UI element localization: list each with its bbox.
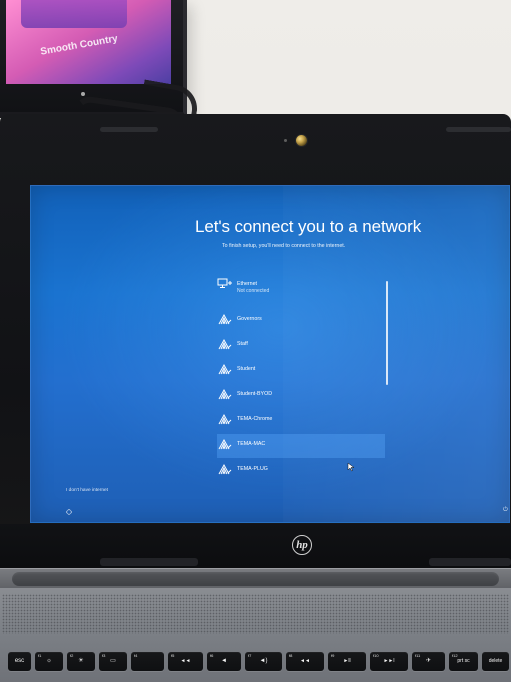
hp-logo: hp — [292, 535, 312, 555]
network-list: Ethernet Not connected Governors Staff S… — [217, 274, 385, 488]
network-name: Governors — [237, 316, 262, 322]
network-name: Student — [237, 366, 256, 372]
key-f8[interactable]: f8 ◄◄ — [286, 652, 324, 671]
top-bezel-accent-right — [446, 127, 511, 132]
key-f12[interactable]: f12 prt sc — [449, 652, 478, 671]
laptop-hinge-rail — [12, 572, 499, 586]
key-label: ☀ — [78, 658, 84, 664]
wifi-icon — [217, 388, 233, 402]
background-monitor-power-dot — [81, 92, 85, 96]
wifi-icon — [217, 338, 233, 352]
wifi-icon — [217, 463, 233, 477]
wifi-icon — [217, 413, 233, 427]
network-name: TEMA-PLUG — [237, 466, 268, 472]
key-esc[interactable]: esc — [8, 652, 31, 671]
laptop-screen: Let's connect you to a network To finish… — [30, 185, 510, 523]
key-label: ◄◄ — [180, 658, 191, 664]
key-label: ◄) — [259, 658, 268, 664]
network-item-tema-mac[interactable]: TEMA-MAC — [217, 434, 385, 458]
background-monitor-screen: Smooth Country — [6, 0, 171, 84]
key-f1[interactable]: f1 ☼ — [35, 652, 63, 671]
no-internet-link[interactable]: I don't have internet — [66, 488, 108, 494]
key-f11[interactable]: f11 ✈ — [412, 652, 445, 671]
key-f6[interactable]: f6 ◄ — [207, 652, 241, 671]
network-name: TEMA-MAC — [237, 441, 266, 447]
network-item-ethernet[interactable]: Ethernet Not connected — [217, 274, 385, 298]
network-name: Student-BYOD — [237, 391, 273, 397]
key-label: esc — [14, 658, 25, 664]
background-monitor-brand-text: Smooth Country — [39, 33, 119, 58]
keyboard: esc f1 ☼ f2 ☀ f3 ▭ f4 f5 ◄◄ f6 ◄ f7 ◄) f… — [0, 647, 511, 682]
power-icon[interactable]: ⏻ — [503, 507, 508, 513]
key-delete[interactable]: delete — [482, 652, 509, 671]
bottom-bezel-accent-left — [100, 558, 198, 566]
network-name: Ethernet — [237, 281, 258, 287]
ethernet-icon — [217, 278, 233, 292]
network-name: TEMA-Chrome — [237, 416, 273, 422]
laptop: Let's connect you to a network To finish… — [0, 114, 511, 682]
network-item-student[interactable]: Student — [217, 359, 385, 383]
key-f9[interactable]: f9 ►ll — [328, 652, 366, 671]
network-item-staff[interactable]: Staff — [217, 334, 385, 358]
page-subtitle: To finish setup, you'll need to connect … — [222, 243, 346, 249]
background-monitor-card — [21, 0, 127, 28]
wifi-icon — [217, 313, 233, 327]
page-title: Let's connect you to a network — [195, 217, 422, 236]
key-label: ▭ — [110, 658, 116, 664]
speaker-grille — [2, 594, 509, 634]
wifi-icon — [217, 363, 233, 377]
key-label: ✈ — [425, 658, 432, 664]
key-label: ☼ — [46, 658, 52, 664]
key-f2[interactable]: f2 ☀ — [67, 652, 95, 671]
key-fn-label: f4 — [134, 653, 138, 658]
webcam — [296, 135, 307, 146]
network-item-tema-plug[interactable]: TEMA-PLUG — [217, 459, 385, 483]
key-label: ◄ — [221, 658, 227, 664]
photo-scene: Smooth Country Let's connect you to a ne… — [0, 0, 511, 682]
key-f4[interactable]: f4 — [131, 652, 164, 671]
network-status: Not connected — [237, 288, 270, 294]
webcam-indicator — [284, 139, 287, 142]
network-item-student-byod[interactable]: Student-BYOD — [217, 384, 385, 408]
key-f7[interactable]: f7 ◄) — [245, 652, 282, 671]
key-f3[interactable]: f3 ▭ — [99, 652, 127, 671]
key-label: prt sc — [457, 658, 470, 664]
key-label: ►ll — [343, 658, 351, 664]
top-bezel-accent-left — [100, 127, 158, 132]
mouse-pointer-icon — [347, 462, 355, 472]
key-f10[interactable]: f10 ►►l — [370, 652, 408, 671]
accessibility-icon[interactable] — [65, 508, 73, 516]
key-label: delete — [488, 658, 503, 664]
wifi-icon — [217, 438, 233, 452]
key-label: ◄◄ — [300, 658, 310, 664]
network-item-tema-chrome[interactable]: TEMA-Chrome — [217, 409, 385, 433]
key-f5[interactable]: f5 ◄◄ — [168, 652, 203, 671]
bottom-bezel-accent-right — [429, 558, 511, 566]
network-name: Staff — [237, 341, 248, 347]
key-label: ►►l — [383, 658, 395, 664]
network-scrollbar[interactable] — [386, 281, 388, 385]
network-item-governors[interactable]: Governors — [217, 309, 385, 333]
